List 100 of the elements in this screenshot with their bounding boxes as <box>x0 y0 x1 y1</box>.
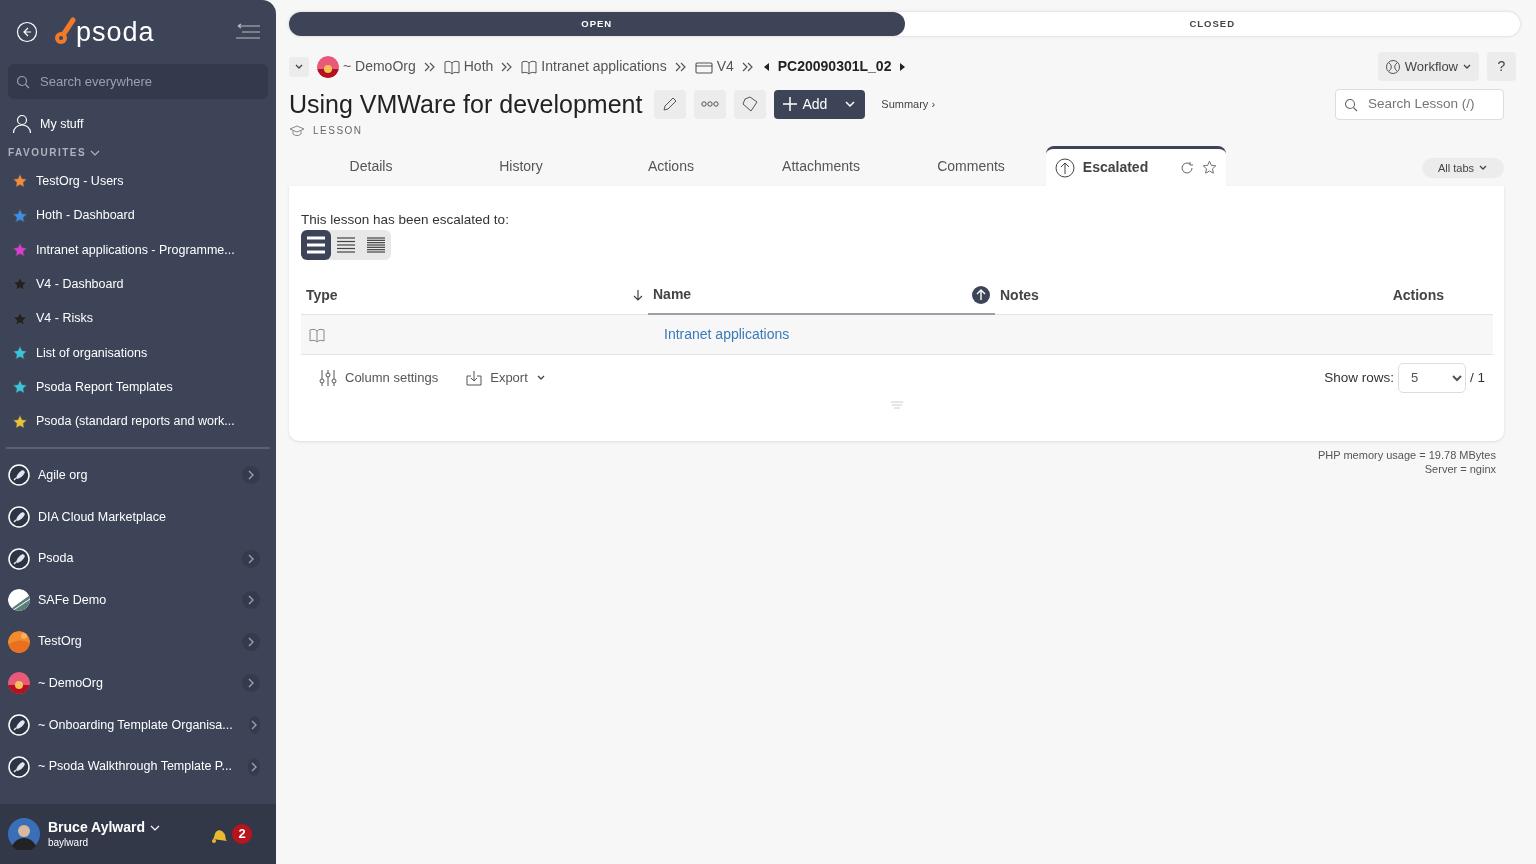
chevron-right-icon <box>250 720 259 731</box>
status-stage: CLOSED <box>1188 16 1237 31</box>
breadcrumb-link[interactable]: ~ DemoOrg <box>343 56 416 77</box>
favourite-link[interactable]: List of organisations <box>36 343 148 363</box>
chevron-right-icon <box>247 678 255 689</box>
chevron-right-icon <box>247 636 255 647</box>
user-name[interactable]: Bruce Aylward <box>48 819 145 837</box>
rocket-icon[interactable] <box>8 714 30 737</box>
organisation-link[interactable]: ~ Psoda Walkthrough Template P... <box>38 757 232 776</box>
book-icon <box>309 327 325 344</box>
caret-icon <box>535 373 546 382</box>
tab[interactable]: History <box>446 146 596 186</box>
breadcrumb-link[interactable]: Hoth <box>463 56 494 77</box>
column-settings-button[interactable]: Column settings <box>313 367 445 389</box>
favourite-link[interactable]: Intranet applications - Programme... <box>36 240 235 260</box>
avatar[interactable] <box>8 818 40 850</box>
username: baylward <box>48 836 90 849</box>
search-box[interactable]: Search Lesson (/) <box>1335 89 1504 120</box>
item-type: LESSON <box>313 124 363 138</box>
user-icon[interactable] <box>12 114 32 135</box>
double-chevron-icon <box>741 61 754 72</box>
footer-text: Server = nginx <box>1423 462 1496 477</box>
back-icon[interactable] <box>16 21 38 43</box>
organisation-link[interactable]: Psoda <box>38 549 74 569</box>
tag-icon <box>741 95 760 113</box>
tag-button[interactable] <box>734 89 767 119</box>
breadcrumb-link[interactable]: V4 <box>716 56 734 77</box>
column-header[interactable]: Notes <box>995 276 1338 315</box>
density-button[interactable] <box>301 230 331 261</box>
favourite-link[interactable]: V4 - Risks <box>36 309 93 328</box>
tab[interactable]: Escalated <box>1046 146 1226 186</box>
favourite-link[interactable]: Psoda Report Templates <box>36 377 173 397</box>
rocket-icon[interactable] <box>8 464 30 487</box>
expand-button[interactable] <box>248 716 260 735</box>
logo[interactable]: psoda <box>76 18 155 46</box>
rocket-icon[interactable] <box>8 755 30 778</box>
edit-button[interactable] <box>654 89 687 119</box>
summary-link[interactable]: Summary › <box>881 95 936 113</box>
favourite-link[interactable]: V4 - Dashboard <box>36 274 124 294</box>
search-field[interactable]: Search Lesson (/) <box>1366 93 1495 116</box>
expand-button[interactable] <box>242 632 260 651</box>
organisation-link[interactable]: SAFe Demo <box>38 590 107 610</box>
caret-icon <box>294 62 304 71</box>
dropdown-button[interactable] <box>289 56 309 77</box>
current-item: PC20090301L_02 <box>777 57 892 76</box>
sort-arrow-icon[interactable] <box>633 289 643 301</box>
tab[interactable]: Details <box>296 146 446 186</box>
menu-icon[interactable] <box>234 22 260 42</box>
all-tabs-button[interactable]: All tabs <box>1421 158 1504 178</box>
tab[interactable]: Comments <box>896 146 1046 186</box>
organisation-link[interactable]: TestOrg <box>38 632 82 652</box>
help-button[interactable]: ? <box>1487 52 1516 81</box>
expand-button[interactable] <box>242 466 260 485</box>
expand-button[interactable] <box>242 549 260 568</box>
favourite-link[interactable]: TestOrg - Users <box>36 172 124 191</box>
tab[interactable]: Attachments <box>746 146 896 186</box>
refresh-icon[interactable] <box>1180 160 1195 175</box>
footer-text: PHP memory usage = 19.78 MBytes <box>1316 449 1496 463</box>
search-icon <box>16 74 30 89</box>
organisation-link[interactable]: Agile org <box>38 466 88 485</box>
column-header[interactable]: Actions <box>1338 276 1493 315</box>
more-button[interactable] <box>694 89 727 119</box>
favourite-link[interactable]: Psoda (standard reports and work... <box>36 412 235 431</box>
workflow-icon <box>1384 58 1401 75</box>
expand-button[interactable] <box>248 757 260 776</box>
logo-icon[interactable] <box>54 17 76 47</box>
search-field[interactable]: Search everywhere <box>38 70 260 93</box>
workflow-button[interactable]: Workflow <box>1377 52 1479 81</box>
chevron-right-icon <box>247 470 255 481</box>
favourite-link[interactable]: Hoth - Dashboard <box>36 206 135 226</box>
export-button[interactable]: Export <box>460 367 552 389</box>
my-stuff-link[interactable]: My stuff <box>40 114 84 134</box>
organisation-link[interactable]: ~ DemoOrg <box>38 674 103 693</box>
double-chevron-icon <box>423 61 436 72</box>
lines-icon <box>305 234 327 257</box>
link[interactable]: Intranet applications <box>664 326 790 342</box>
caret-icon <box>1478 164 1488 172</box>
search-box[interactable]: Search everywhere <box>8 64 268 99</box>
rocket-icon[interactable] <box>8 547 30 570</box>
upload-icon <box>1054 157 1075 178</box>
rocket-icon[interactable] <box>8 506 30 529</box>
graduation-cap-icon <box>289 124 305 137</box>
book-icon <box>443 58 460 75</box>
book-icon <box>521 58 538 75</box>
organisation-link[interactable]: ~ Onboarding Template Organisa... <box>38 715 233 735</box>
expand-button[interactable] <box>242 674 260 693</box>
expand-button[interactable] <box>242 591 260 610</box>
caret-icon <box>1462 62 1472 71</box>
breadcrumb-link[interactable]: Intranet applications <box>541 56 667 77</box>
caret-icon <box>843 99 858 109</box>
chevron-down-icon[interactable] <box>149 823 161 832</box>
add-button[interactable]: Add <box>774 89 866 119</box>
star-icon[interactable] <box>1202 160 1218 175</box>
page-title: Using VMWare for development <box>289 89 643 119</box>
rows-select[interactable]: 5 <box>1398 362 1466 393</box>
organisation-link[interactable]: DIA Cloud Marketplace <box>38 507 166 527</box>
tab[interactable]: Actions <box>596 146 746 186</box>
resize-handle-icon[interactable] <box>889 400 904 409</box>
column-header[interactable]: Type <box>301 276 648 315</box>
download-icon <box>466 369 483 386</box>
